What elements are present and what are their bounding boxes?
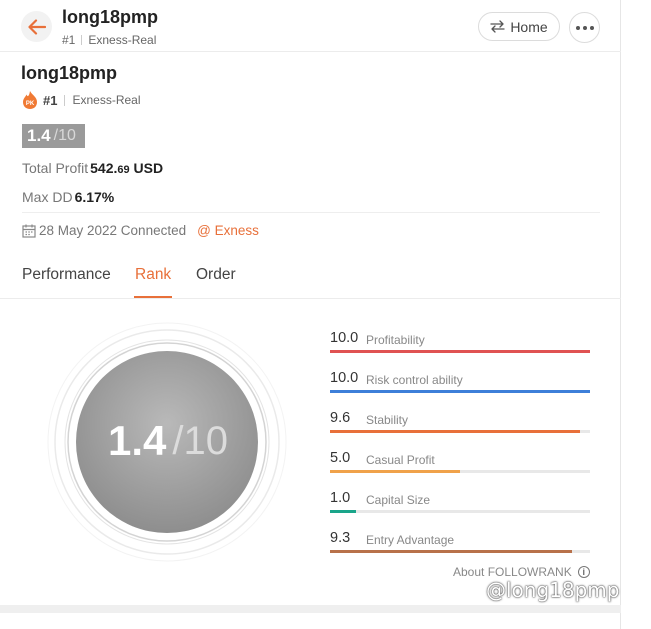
score-badge: 1.4 /10 [22,124,85,148]
trader-name: long18pmp [21,63,118,83]
divider [22,212,600,213]
total-profit-row: Total Profit 542.69 USD [22,160,163,176]
info-icon: i [577,566,590,578]
metric-bar-fill [330,350,590,353]
connected-date: 28 May 2022 Connected [39,223,187,238]
score-max: /10 [53,127,76,144]
tab-bar: Performance Rank Order [0,258,621,299]
metric-bar-fill [330,510,356,513]
more-button[interactable] [569,12,600,43]
home-button[interactable]: Home [478,12,560,41]
trader-rank: #1 [43,92,58,108]
connection-row: 28 May 2022 Connected @ Exness [22,223,259,238]
max-dd-label: Max DD [22,189,73,205]
metric-value: 10.0 [330,330,359,346]
header-account: Exness-Real [88,33,157,47]
more-dots-icon [575,25,594,30]
metric-bar-track [330,430,590,433]
header-trader-name: long18pmp [62,7,159,27]
metric-bar-fill [330,430,580,433]
gauge-score-max: /10 [172,418,228,463]
home-label: Home [510,18,548,35]
metric-bar-track [330,550,590,553]
gauge-score-value: 1.4 [108,417,167,464]
metric-label: Capital Size [366,493,431,507]
tab-rank[interactable]: Rank [135,266,171,284]
metric-value: 1.0 [330,490,351,506]
header-subtitle: #1 Exness-Real [62,33,156,47]
metric-value: 10.0 [330,370,359,386]
top-header: long18pmp #1 Exness-Real Home [0,0,621,52]
trader-account: Exness-Real [72,93,141,107]
tab-order[interactable]: Order [196,266,236,284]
divider [64,94,66,106]
rank-row: PK #1 Exness-Real [21,90,141,110]
max-dd-value: 6.17% [74,189,115,205]
rank-metric-row: 9.6 Stability [330,410,590,434]
metric-label: Entry Advantage [366,533,455,547]
pk-flame-icon: PK [23,91,37,109]
section-separator [0,605,621,613]
active-tab-indicator [134,296,172,298]
metric-label: Profitability [366,333,425,347]
metric-label: Stability [366,413,409,427]
metric-value: 5.0 [330,450,351,466]
metric-bar-track [330,470,590,473]
max-dd-row: Max DD 6.17% [22,189,114,205]
header-rank: #1 [62,33,76,47]
back-button[interactable] [21,11,52,42]
about-label: About FOLLOWRANK [453,565,572,579]
metric-bar-track [330,390,590,393]
metric-bar-fill [330,390,590,393]
gauge-score: 1.4 /10 [77,350,259,532]
metric-label: Casual Profit [366,453,435,467]
divider [81,35,83,45]
rank-metric-row: 9.3 Entry Advantage [330,530,590,554]
score-value: 1.4 [27,126,51,145]
metric-value: 9.6 [330,410,351,426]
swap-icon [490,20,505,33]
trader-panel: long18pmp #1 Exness-Real Home long18pmp … [0,0,621,629]
rank-metric-row: 1.0 Capital Size [330,490,590,514]
total-profit-value: 542.69 USD [90,160,164,176]
rank-metric-row: 10.0 Risk control ability [330,370,590,394]
rank-metric-row: 10.0 Profitability [330,330,590,354]
rank-metric-row: 5.0 Casual Profit [330,450,590,474]
metric-bar-fill [330,470,460,473]
broker-link[interactable]: @ Exness [197,223,259,238]
metric-bar-fill [330,550,572,553]
svg-text:PK: PK [26,101,35,107]
metric-value: 9.3 [330,530,351,546]
metric-label: Risk control ability [366,373,463,387]
metric-bar-track [330,510,590,513]
total-profit-label: Total Profit [22,160,89,176]
about-followrank-link[interactable]: About FOLLOWRANK i [453,565,590,579]
calendar-icon [22,224,36,238]
watermark: @long18pmp [486,578,620,602]
tab-performance[interactable]: Performance [22,266,111,284]
arrow-left-icon [27,18,46,35]
metric-bar-track [330,350,590,353]
